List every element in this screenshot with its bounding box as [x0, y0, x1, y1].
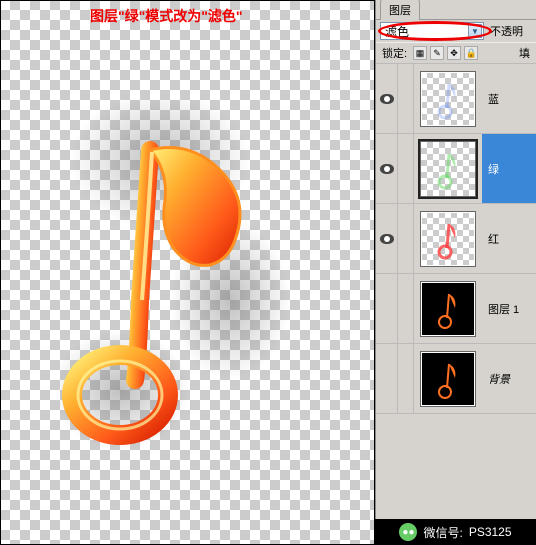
blend-mode-select[interactable]: 滤色 ▼: [380, 22, 484, 40]
layer-row[interactable]: 红: [376, 204, 536, 274]
footer-value: PS3125: [469, 525, 512, 539]
layer-thumbnail[interactable]: [420, 281, 476, 337]
canvas-area[interactable]: 图层"绿"模式改为"滤色": [0, 0, 375, 545]
lock-brush-icon[interactable]: ✎: [430, 46, 444, 60]
wechat-icon: ●●: [399, 523, 417, 541]
lock-row: 锁定: ▦ ✎ ✥ 🔒 填: [376, 42, 536, 64]
layer-name[interactable]: 红: [482, 204, 536, 273]
chevron-down-icon[interactable]: ▼: [468, 24, 482, 38]
lock-move-icon[interactable]: ✥: [447, 46, 461, 60]
layer-name[interactable]: 绿: [482, 134, 536, 203]
blend-mode-value: 滤色: [385, 23, 409, 40]
layer-row[interactable]: 蓝: [376, 64, 536, 134]
link-column[interactable]: [398, 134, 414, 203]
eye-icon: [380, 94, 394, 104]
lock-label: 锁定:: [382, 45, 407, 61]
visibility-toggle[interactable]: [376, 204, 398, 273]
layer-row[interactable]: 背景: [376, 344, 536, 414]
layers-panel: 图层 滤色 ▼ 不透明 锁定: ▦ ✎ ✥ 🔒 填 蓝: [375, 0, 536, 545]
opacity-label: 不透明: [490, 23, 523, 39]
lock-icons: ▦ ✎ ✥ 🔒: [413, 46, 478, 60]
layer-thumbnail[interactable]: [420, 211, 476, 267]
instruction-text: 图层"绿"模式改为"滤色": [90, 6, 243, 26]
fire-music-note: [60, 100, 300, 460]
fill-label: 填: [519, 45, 530, 61]
link-column[interactable]: [398, 204, 414, 273]
visibility-toggle[interactable]: [376, 64, 398, 133]
eye-icon: [380, 234, 394, 244]
lock-transparency-icon[interactable]: ▦: [413, 46, 427, 60]
layer-name[interactable]: 背景: [482, 344, 536, 413]
link-column[interactable]: [398, 274, 414, 343]
tab-layers[interactable]: 图层: [380, 0, 420, 20]
lock-all-icon[interactable]: 🔒: [464, 46, 478, 60]
footer-label: 微信号:: [423, 524, 462, 541]
eye-icon: [380, 164, 394, 174]
link-column[interactable]: [398, 344, 414, 413]
layer-row[interactable]: 图层 1: [376, 274, 536, 344]
layer-thumbnail[interactable]: [420, 141, 476, 197]
link-column[interactable]: [398, 64, 414, 133]
blend-mode-row: 滤色 ▼ 不透明: [376, 20, 536, 42]
footer-bar: ●● 微信号: PS3125: [375, 519, 536, 545]
visibility-toggle[interactable]: [376, 344, 398, 413]
layer-thumbnail[interactable]: [420, 71, 476, 127]
visibility-toggle[interactable]: [376, 134, 398, 203]
layers-list: 蓝 绿 红 图层 1: [376, 64, 536, 414]
layer-row[interactable]: 绿: [376, 134, 536, 204]
visibility-toggle[interactable]: [376, 274, 398, 343]
layer-thumbnail[interactable]: [420, 351, 476, 407]
layer-name[interactable]: 蓝: [482, 64, 536, 133]
panel-tabs: 图层: [376, 0, 536, 20]
layer-name[interactable]: 图层 1: [482, 274, 536, 343]
